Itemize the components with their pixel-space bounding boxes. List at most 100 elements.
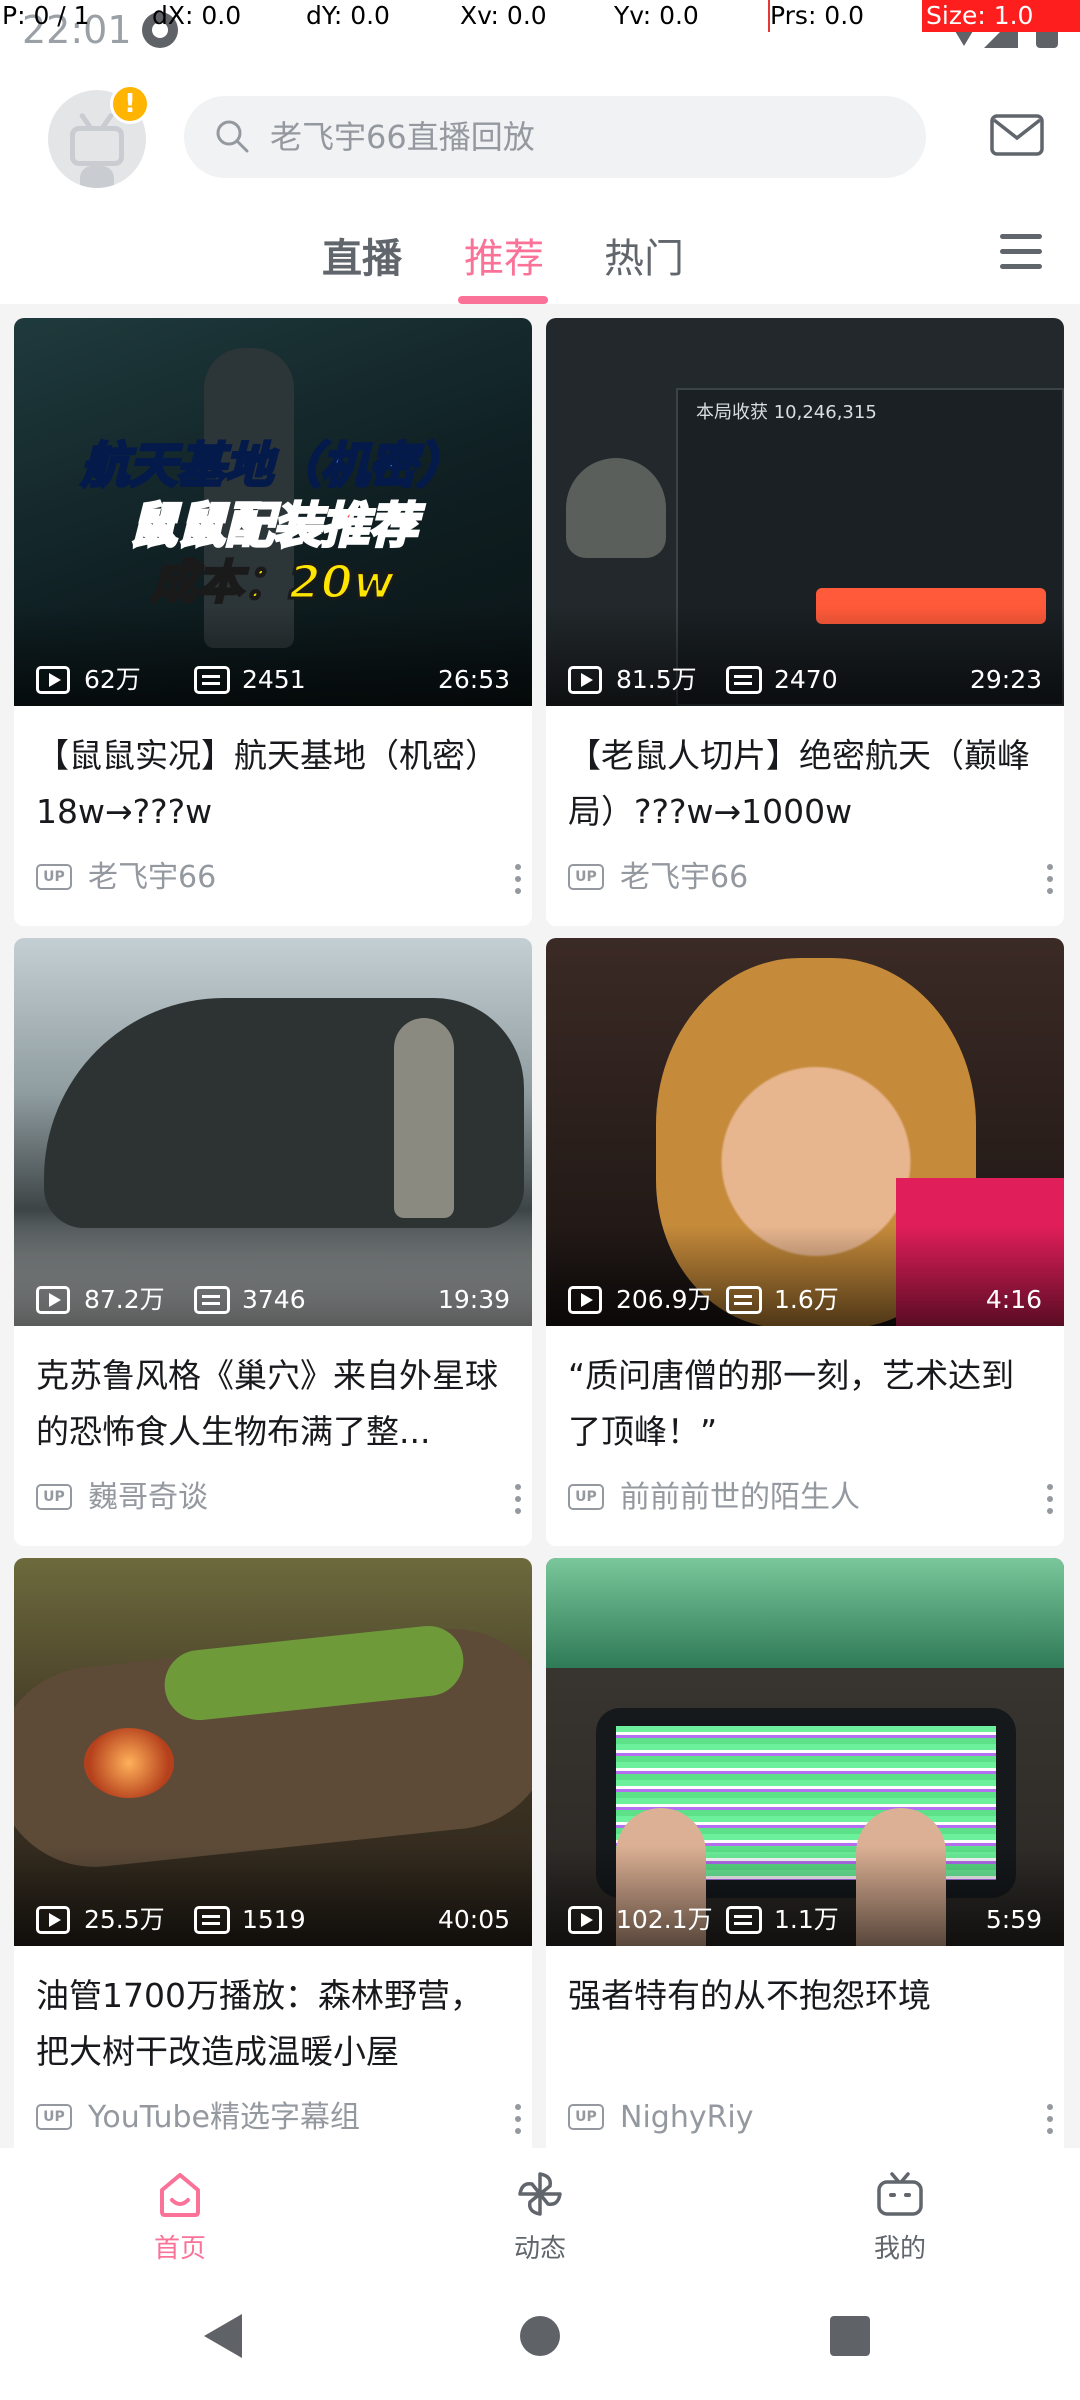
recent-apps-icon[interactable] — [830, 2316, 870, 2356]
video-title[interactable]: 【老鼠人切片】绝密航天（巅峰局）???w→1000w — [568, 728, 1038, 840]
nav-home[interactable]: 首页 — [100, 2148, 260, 2274]
video-card[interactable]: 航天基地（机密） 鼠鼠配装推荐 成本：20w 62万 2451 26:53 【鼠… — [14, 318, 532, 926]
more-options-icon[interactable] — [514, 862, 522, 894]
video-stats: 25.5万 1519 40:05 — [14, 1900, 532, 1940]
pointer-location-overlay: P: 0 / 1 dX: 0.0 dY: 0.0 Xv: 0.0 Yv: 0.0… — [0, 0, 1080, 34]
video-thumbnail[interactable]: 航天基地（机密） 鼠鼠配装推荐 成本：20w — [14, 318, 532, 706]
thumbnail-fire — [84, 1728, 174, 1798]
nav-mine[interactable]: 我的 — [820, 2148, 980, 2274]
up-tag-icon: UP — [36, 864, 72, 890]
video-thumbnail[interactable] — [546, 938, 1064, 1326]
tab-recommended[interactable]: 推荐 — [464, 224, 544, 304]
video-duration: 40:05 — [437, 1905, 510, 1934]
view-count: 206.9万 — [616, 1285, 713, 1314]
more-options-icon[interactable] — [1046, 1482, 1054, 1514]
pointer-size: Size: 1.0 — [922, 0, 1080, 32]
mail-icon[interactable] — [990, 114, 1044, 156]
play-count-icon — [36, 1906, 70, 1934]
search-input[interactable] — [270, 96, 890, 178]
video-thumbnail[interactable] — [14, 1558, 532, 1946]
video-stats: 206.9万 1.6万 4:16 — [546, 1280, 1064, 1320]
danmaku-count: 1.1万 — [774, 1905, 839, 1934]
uploader-row: UP YouTube精选字幕组 — [36, 2098, 521, 2138]
uploader-row: UP 老飞宇66 — [36, 858, 521, 898]
danmaku-icon — [194, 1286, 230, 1314]
uploader-name[interactable]: 老飞宇66 — [620, 858, 748, 898]
notification-badge: ! — [110, 84, 150, 124]
pointer-pressure: Prs: 0.0 — [770, 1, 865, 30]
home-icon — [160, 2173, 200, 2217]
uploader-row: UP 巍哥奇谈 — [36, 1478, 521, 1518]
thumbnail-helmet — [566, 458, 666, 558]
video-card[interactable]: 206.9万 1.6万 4:16 “质问唐僧的那一刻，艺术达到了顶峰！” UP … — [546, 938, 1064, 1546]
danmaku-icon — [194, 1906, 230, 1934]
video-thumbnail[interactable] — [546, 1558, 1064, 1946]
tab-live[interactable]: 直播 — [322, 224, 402, 304]
more-options-icon[interactable] — [1046, 2102, 1054, 2134]
uploader-name[interactable]: NighyRiy — [620, 2098, 754, 2138]
video-thumbnail[interactable]: 本局收获 10,246,315 — [546, 318, 1064, 706]
video-stats: 62万 2451 26:53 — [14, 660, 532, 700]
danmaku-count: 3746 — [242, 1285, 306, 1314]
avatar-body — [80, 166, 114, 188]
up-tag-icon: UP — [568, 1484, 604, 1510]
danmaku-icon — [194, 666, 230, 694]
pointer-count: P: 0 / 1 — [2, 1, 90, 30]
back-icon[interactable] — [204, 2314, 242, 2358]
top-header: ! 直播 推荐 热门 — [0, 64, 1080, 304]
uploader-row: UP 老飞宇66 — [568, 858, 1053, 898]
thumbnail-caption: 本局收获 10,246,315 — [696, 402, 877, 423]
video-duration: 5:59 — [985, 1905, 1042, 1934]
view-count: 62万 — [84, 665, 141, 694]
play-count-icon — [36, 666, 70, 694]
pointer-xv: Xv: 0.0 — [460, 1, 547, 30]
thumbnail-screen-top — [546, 1558, 1064, 1668]
nav-dynamics-label: 动态 — [513, 2234, 566, 2264]
uploader-name[interactable]: 老飞宇66 — [88, 858, 216, 898]
pointer-dx: dX: 0.0 — [152, 1, 242, 30]
danmaku-count: 2451 — [242, 665, 306, 694]
video-thumbnail[interactable] — [14, 938, 532, 1326]
more-options-icon[interactable] — [1046, 862, 1054, 894]
danmaku-icon — [726, 1286, 762, 1314]
danmaku-icon — [726, 666, 762, 694]
uploader-name[interactable]: YouTube精选字幕组 — [88, 2098, 360, 2138]
uploader-name[interactable]: 前前前世的陌生人 — [620, 1478, 860, 1518]
video-title[interactable]: “质问唐僧的那一刻，艺术达到了顶峰！” — [568, 1348, 1038, 1460]
video-title[interactable]: 克苏鲁风格《巢穴》来自外星球的恐怖食人生物布满了整... — [36, 1348, 506, 1460]
play-count-icon — [568, 1906, 602, 1934]
nav-mine-label: 我的 — [873, 2234, 926, 2264]
menu-icon[interactable] — [1000, 234, 1042, 270]
view-count: 25.5万 — [84, 1905, 165, 1934]
category-tabs: 直播 推荐 热门 — [0, 224, 1080, 304]
uploader-row: UP 前前前世的陌生人 — [568, 1478, 1053, 1518]
search-bar[interactable] — [184, 96, 926, 178]
pinwheel-icon — [518, 2172, 562, 2216]
video-duration: 19:39 — [437, 1285, 510, 1314]
play-count-icon — [568, 666, 602, 694]
video-stats: 87.2万 3746 19:39 — [14, 1280, 532, 1320]
more-options-icon[interactable] — [514, 1482, 522, 1514]
video-title[interactable]: 【鼠鼠实况】航天基地（机密）18w→???w — [36, 728, 506, 840]
video-card[interactable]: 102.1万 1.1万 5:59 强者特有的从不抱怨环境 UP NighyRiy — [546, 1558, 1064, 2166]
uploader-name[interactable]: 巍哥奇谈 — [88, 1478, 208, 1518]
up-tag-icon: UP — [36, 2104, 72, 2130]
up-tag-icon: UP — [568, 864, 604, 890]
video-title[interactable]: 油管1700万播放：森林野营，把大树干改造成温暖小屋 — [36, 1968, 506, 2080]
video-card[interactable]: 25.5万 1519 40:05 油管1700万播放：森林野营，把大树干改造成温… — [14, 1558, 532, 2166]
play-count-icon — [36, 1286, 70, 1314]
video-duration: 29:23 — [969, 665, 1042, 694]
view-count: 81.5万 — [616, 665, 697, 694]
video-card[interactable]: 本局收获 10,246,315 81.5万 2470 29:23 【老鼠人切片】… — [546, 318, 1064, 926]
video-card[interactable]: 87.2万 3746 19:39 克苏鲁风格《巢穴》来自外星球的恐怖食人生物布满… — [14, 938, 532, 1546]
video-title[interactable]: 强者特有的从不抱怨环境 — [568, 1968, 1038, 2080]
nav-dynamics[interactable]: 动态 — [460, 2148, 620, 2274]
uploader-row: UP NighyRiy — [568, 2098, 1053, 2138]
more-options-icon[interactable] — [514, 2102, 522, 2134]
tab-hot[interactable]: 热门 — [604, 224, 684, 304]
bottom-navigation: 首页 动态 我的 — [0, 2148, 1080, 2274]
home-circle-icon[interactable] — [520, 2316, 560, 2356]
tv-icon — [877, 2172, 923, 2216]
system-navigation-bar — [0, 2274, 1080, 2400]
danmaku-count: 2470 — [774, 665, 838, 694]
